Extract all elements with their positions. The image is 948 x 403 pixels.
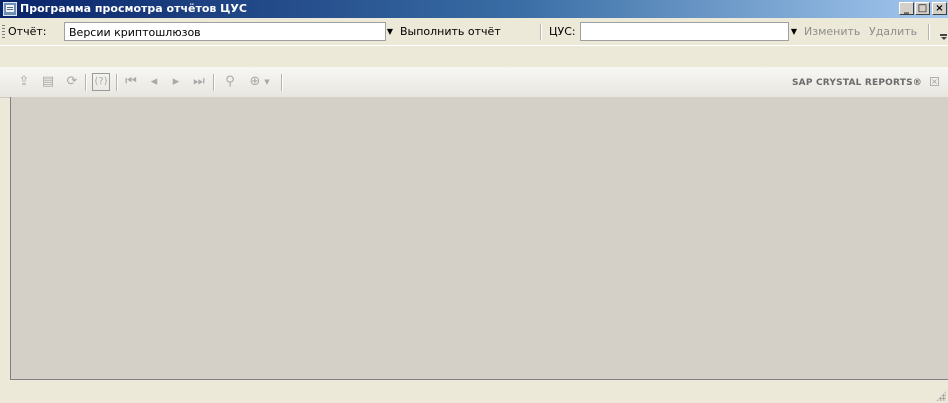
- last-page-icon[interactable]: ⏭: [191, 74, 207, 90]
- maximize-button[interactable]: □: [915, 2, 930, 15]
- report-toolbar: Отчёт: Версии криптошлюзов ▼ Выполнить о…: [0, 18, 948, 46]
- toolbar-separator: [540, 24, 541, 40]
- refresh-icon[interactable]: ⟳: [64, 74, 80, 90]
- toolbar-separator: [116, 74, 117, 91]
- toolbar-separator: [213, 74, 214, 91]
- app-icon: [3, 2, 17, 16]
- delete-button[interactable]: Удалить: [869, 25, 917, 38]
- viewer-toolbar: ⇪ ▤ ⟳ (?) ⏮ ◂ ▸ ⏭ ⚲ ⊕ ▼ SAP CRYSTAL REPO…: [0, 67, 948, 98]
- export-icon[interactable]: ⇪: [16, 74, 32, 90]
- cus-combobox[interactable]: [580, 22, 789, 41]
- cus-label: ЦУС:: [549, 25, 576, 38]
- find-icon[interactable]: ⚲: [222, 74, 238, 90]
- run-report-button[interactable]: Выполнить отчёт: [400, 25, 501, 38]
- cus-dropdown-icon[interactable]: ▼: [787, 22, 801, 41]
- toolbar-grip[interactable]: [2, 25, 5, 38]
- report-label: Отчёт:: [8, 25, 47, 38]
- zoom-dropdown-icon[interactable]: ▼: [262, 74, 272, 90]
- toolbar-separator: [281, 74, 282, 91]
- toolbar-separator: [85, 74, 86, 91]
- report-combobox[interactable]: Версии криптошлюзов: [64, 22, 386, 41]
- first-page-icon[interactable]: ⏮: [123, 74, 139, 90]
- close-viewer-icon[interactable]: ×: [930, 77, 939, 86]
- brand-label: SAP CRYSTAL REPORTS®: [792, 78, 922, 88]
- previous-page-icon[interactable]: ◂: [146, 74, 162, 90]
- zoom-icon[interactable]: ⊕: [247, 74, 263, 90]
- toolbar-separator: [928, 24, 929, 40]
- print-icon[interactable]: ▤: [40, 74, 56, 90]
- report-combobox-value: Версии криптошлюзов: [69, 26, 201, 39]
- report-dropdown-icon[interactable]: ▼: [383, 22, 397, 41]
- edit-button[interactable]: Изменить: [804, 25, 860, 38]
- help-icon[interactable]: (?): [92, 73, 110, 91]
- toolbar-overflow-icon[interactable]: [940, 34, 947, 40]
- report-viewer-area[interactable]: [10, 97, 948, 380]
- status-bar: [0, 380, 948, 403]
- next-page-icon[interactable]: ▸: [168, 74, 184, 90]
- minimize-button[interactable]: _: [899, 2, 914, 15]
- window-title: Программа просмотра отчётов ЦУС: [20, 2, 247, 15]
- close-button[interactable]: ×: [932, 2, 947, 15]
- title-bar: Программа просмотра отчётов ЦУС _ □ ×: [0, 0, 948, 18]
